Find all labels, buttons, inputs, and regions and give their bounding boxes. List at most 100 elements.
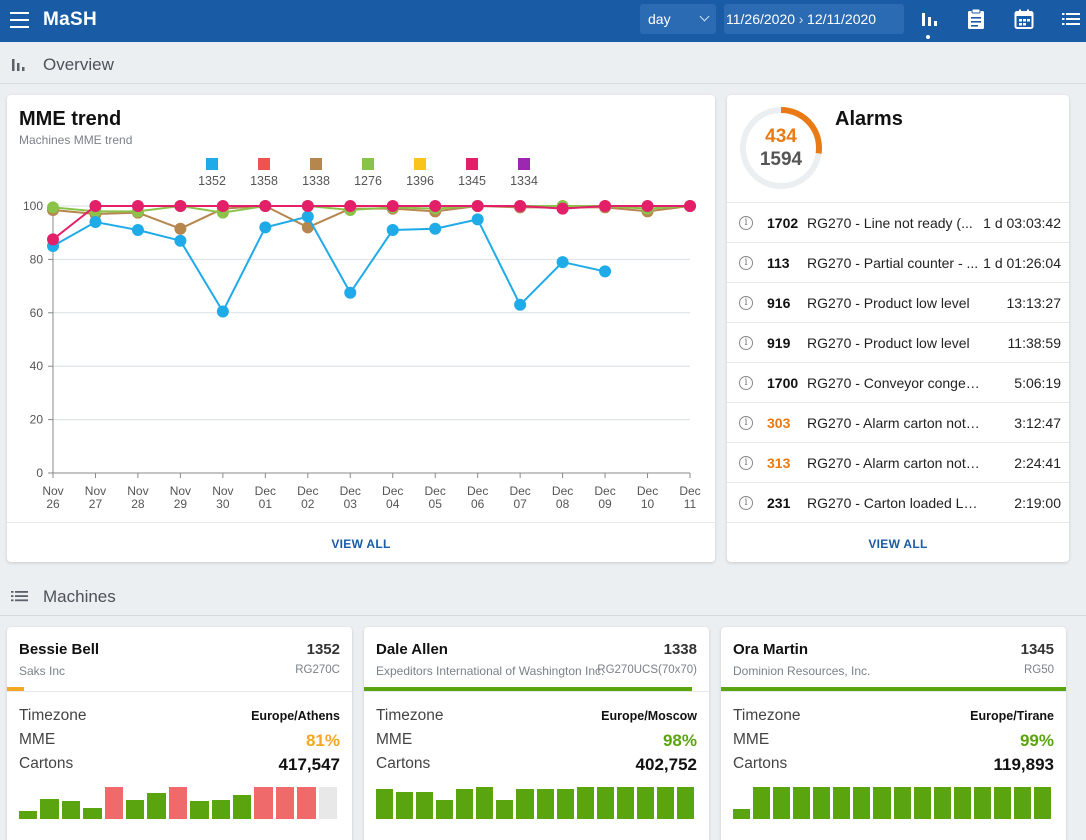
alarm-row[interactable]: i 313 RG270 - Alarm carton not loa... 2:24:… (727, 442, 1069, 482)
daily-bar[interactable] (873, 787, 891, 819)
daily-bar[interactable] (496, 799, 514, 819)
daily-bar[interactable] (376, 788, 394, 819)
daily-bar[interactable] (83, 807, 102, 819)
calendar-icon[interactable] (1013, 8, 1035, 30)
daily-bar[interactable] (913, 787, 931, 819)
data-point-1345[interactable] (641, 200, 654, 212)
data-point-1345[interactable] (471, 200, 484, 212)
clipboard-icon[interactable] (965, 8, 987, 30)
daily-bar[interactable] (275, 787, 295, 819)
data-point-1352[interactable] (386, 224, 399, 237)
date-range-picker[interactable]: 11/26/2020 › 12/11/2020 (724, 4, 904, 34)
daily-bar[interactable] (893, 787, 911, 819)
daily-bar[interactable] (1013, 787, 1031, 819)
info-icon[interactable]: i (739, 336, 753, 350)
daily-bar[interactable] (576, 787, 594, 819)
alarm-row[interactable]: i 1700 RG270 - Conveyor congestion... 5:06:… (727, 362, 1069, 402)
daily-bar[interactable] (636, 787, 654, 819)
data-point-1352[interactable] (514, 298, 527, 311)
info-icon[interactable]: i (739, 256, 753, 270)
alarm-row[interactable]: i 303 RG270 - Alarm carton not loa... 3:12:… (727, 402, 1069, 442)
info-icon[interactable]: i (739, 216, 753, 230)
data-point-1345[interactable] (131, 200, 144, 212)
daily-bar[interactable] (211, 799, 230, 819)
data-point-1345[interactable] (386, 200, 399, 212)
menu-icon[interactable] (10, 12, 29, 28)
data-point-1345[interactable] (556, 202, 569, 215)
data-point-1345[interactable] (259, 200, 272, 212)
list-icon[interactable] (1060, 8, 1082, 30)
daily-bar[interactable] (733, 809, 751, 819)
daily-bar[interactable] (813, 787, 831, 819)
daily-bar[interactable] (953, 787, 971, 819)
alarms-view-all-button[interactable]: VIEW ALL (727, 522, 1069, 562)
daily-bar[interactable] (297, 787, 316, 819)
data-point-1352[interactable] (131, 224, 144, 237)
period-select[interactable]: day (640, 4, 716, 34)
data-point-1345[interactable] (301, 200, 314, 212)
daily-bar[interactable] (476, 787, 494, 819)
alarm-row[interactable]: i 919 RG270 - Product low level 11:38:59 (727, 322, 1069, 362)
data-point-1352[interactable] (216, 305, 229, 318)
daily-bar[interactable] (656, 787, 674, 819)
daily-bar[interactable] (676, 787, 694, 819)
data-point-1352[interactable] (471, 213, 484, 226)
alarm-row[interactable]: i 916 RG270 - Product low level 13:13:27 (727, 282, 1069, 322)
daily-bar[interactable] (416, 791, 434, 819)
alarm-row[interactable]: i 1702 RG270 - Line not ready (... 1 d 03:0… (727, 202, 1069, 242)
daily-bar[interactable] (536, 788, 554, 819)
daily-bar[interactable] (833, 787, 851, 819)
data-point-1345[interactable] (174, 200, 187, 212)
data-point-1352[interactable] (344, 286, 357, 299)
daily-bar[interactable] (993, 787, 1011, 819)
data-point-1345[interactable] (216, 200, 229, 212)
data-point-1352[interactable] (89, 216, 102, 229)
daily-bar[interactable] (254, 787, 273, 819)
data-point-1352[interactable] (599, 265, 612, 278)
info-icon[interactable]: i (739, 296, 753, 310)
daily-bar[interactable] (556, 788, 574, 819)
daily-bar[interactable] (396, 791, 414, 819)
data-point-1338[interactable] (174, 222, 187, 235)
daily-bar[interactable] (753, 787, 771, 819)
daily-bar[interactable] (147, 793, 166, 819)
machine-card[interactable]: Ora Martin 1345 Dominion Resources, Inc. RG… (721, 627, 1066, 840)
machine-card[interactable]: Dale Allen 1338 Expeditors International o… (364, 627, 709, 840)
daily-bar[interactable] (19, 811, 38, 819)
data-point-1345[interactable] (684, 200, 696, 212)
data-point-1352[interactable] (301, 210, 314, 223)
data-point-1352[interactable] (556, 256, 569, 269)
info-icon[interactable]: i (739, 416, 753, 430)
daily-bar[interactable] (104, 787, 123, 819)
data-point-1345[interactable] (47, 233, 59, 246)
data-point-1345[interactable] (429, 200, 442, 212)
daily-bar[interactable] (456, 788, 474, 819)
daily-bar[interactable] (318, 787, 337, 819)
daily-bar[interactable] (190, 801, 209, 819)
daily-bar[interactable] (40, 799, 59, 819)
chart-icon[interactable] (918, 8, 940, 30)
daily-bar[interactable] (1033, 787, 1051, 819)
daily-bar[interactable] (973, 787, 991, 819)
daily-bar[interactable] (233, 795, 252, 819)
info-icon[interactable]: i (739, 456, 753, 470)
daily-bar[interactable] (616, 787, 634, 819)
trend-view-all-button[interactable]: VIEW ALL (7, 522, 715, 562)
info-icon[interactable]: i (739, 496, 753, 510)
data-point-1345[interactable] (514, 200, 527, 212)
daily-bar[interactable] (793, 787, 811, 819)
daily-bar[interactable] (126, 799, 145, 819)
data-point-1345[interactable] (89, 200, 102, 212)
info-icon[interactable]: i (739, 376, 753, 390)
alarm-row[interactable]: i 231 RG270 - Carton loaded L2 diff... 2:19… (727, 482, 1069, 522)
data-point-1276[interactable] (47, 201, 59, 214)
daily-bar[interactable] (436, 799, 454, 819)
data-point-1352[interactable] (259, 221, 272, 234)
data-point-1345[interactable] (344, 200, 357, 212)
daily-bar[interactable] (61, 801, 81, 819)
alarm-row[interactable]: i 113 RG270 - Partial counter - ... 1 d 01:… (727, 242, 1069, 282)
daily-bar[interactable] (933, 787, 951, 819)
data-point-1345[interactable] (599, 200, 612, 212)
daily-bar[interactable] (773, 787, 791, 819)
daily-bar[interactable] (516, 788, 534, 819)
